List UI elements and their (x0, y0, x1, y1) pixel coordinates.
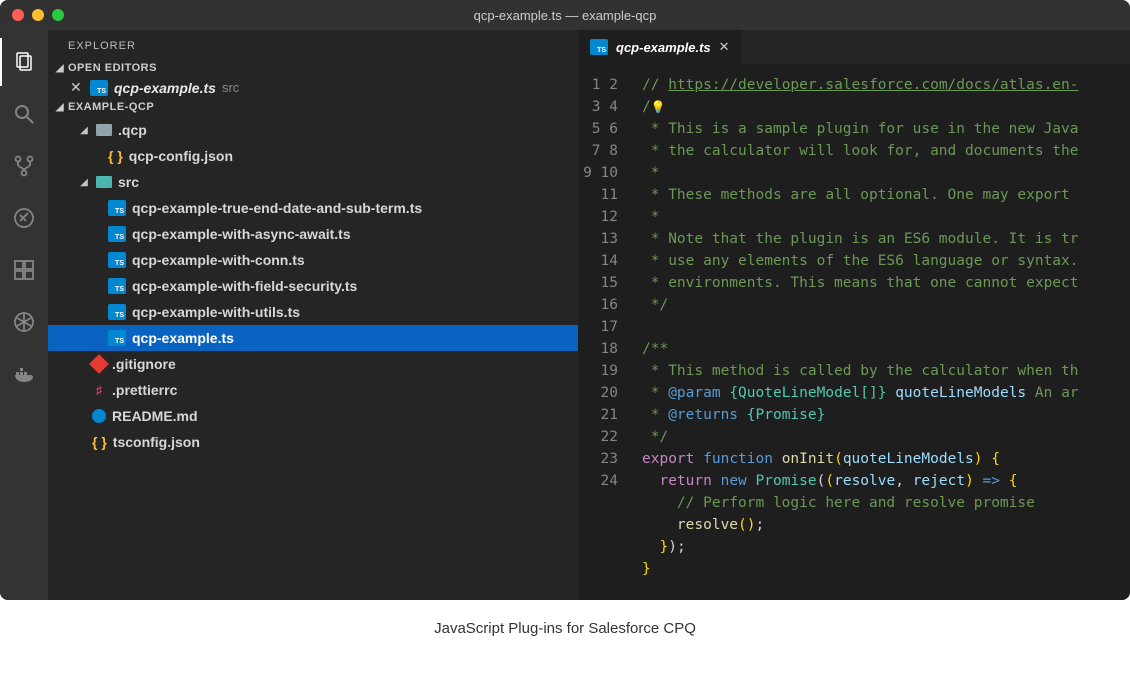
folder-src[interactable]: ◢src (48, 169, 578, 195)
window-minimize-button[interactable] (32, 9, 44, 21)
window-maximize-button[interactable] (52, 9, 64, 21)
chevron-down-icon: ◢ (52, 102, 68, 113)
project-header[interactable]: ◢ EXAMPLE-QCP (48, 99, 578, 115)
folder-qcp[interactable]: ◢.qcp (48, 117, 578, 143)
window-close-button[interactable] (12, 9, 24, 21)
file-qcp-config[interactable]: { }qcp-config.json (48, 143, 578, 169)
typescript-file-icon: TS (108, 278, 126, 294)
code-content[interactable]: // https://developer.salesforce.com/docs… (636, 64, 1130, 600)
chevron-down-icon: ◢ (78, 177, 90, 188)
close-icon[interactable]: ✕ (719, 39, 730, 55)
explorer-icon[interactable] (0, 38, 48, 86)
image-caption: JavaScript Plug-ins for Salesforce CPQ (0, 600, 1130, 657)
file-tsconfig[interactable]: { }tsconfig.json (48, 429, 578, 455)
typescript-file-icon: TS (590, 39, 608, 55)
tab-title: qcp-example.ts (616, 40, 711, 55)
json-file-icon: { } (108, 148, 123, 164)
chevron-down-icon: ◢ (52, 63, 68, 74)
file-gitignore[interactable]: .gitignore (48, 351, 578, 377)
vscode-window: qcp-example.ts — example-qcp (0, 0, 1130, 600)
typescript-file-icon: TS (108, 252, 126, 268)
search-icon[interactable] (0, 90, 48, 138)
close-icon[interactable]: ✕ (70, 79, 84, 96)
file-item[interactable]: TSqcp-example-with-field-security.ts (48, 273, 578, 299)
file-tree: ◢.qcp { }qcp-config.json ◢src TSqcp-exam… (48, 115, 578, 457)
source-control-icon[interactable] (0, 142, 48, 190)
docker-icon[interactable] (0, 350, 48, 398)
lightbulb-icon[interactable]: 💡 (651, 100, 666, 114)
info-file-icon (92, 409, 106, 423)
file-prettierrc[interactable]: ♯.prettierrc (48, 377, 578, 403)
salesforce-icon[interactable] (0, 298, 48, 346)
file-item[interactable]: TSqcp-example-with-utils.ts (48, 299, 578, 325)
prettier-file-icon: ♯ (92, 383, 106, 397)
file-item[interactable]: TSqcp-example-true-end-date-and-sub-term… (48, 195, 578, 221)
folder-icon (96, 176, 112, 188)
file-item-selected[interactable]: TSqcp-example.ts (48, 325, 578, 351)
code-area[interactable]: 1 2 3 4 5 6 7 8 9 10 11 12 13 14 15 16 1… (578, 64, 1130, 600)
typescript-file-icon: TS (108, 330, 126, 346)
main-area: EXPLORER ◢ OPEN EDITORS ✕ TS qcp-example… (0, 30, 1130, 600)
typescript-file-icon: TS (108, 226, 126, 242)
folder-icon (96, 124, 112, 136)
file-item[interactable]: TSqcp-example-with-async-await.ts (48, 221, 578, 247)
typescript-file-icon: TS (108, 304, 126, 320)
editor-tabs: TS qcp-example.ts ✕ (578, 30, 1130, 64)
open-editors-header[interactable]: ◢ OPEN EDITORS (48, 60, 578, 76)
open-editor-dir: src (222, 80, 239, 95)
file-item[interactable]: TSqcp-example-with-conn.ts (48, 247, 578, 273)
editor-pane: TS qcp-example.ts ✕ 1 2 3 4 5 6 7 8 9 10… (578, 30, 1130, 600)
json-file-icon: { } (92, 434, 107, 450)
debug-icon[interactable] (0, 194, 48, 242)
git-file-icon (89, 354, 109, 374)
titlebar[interactable]: qcp-example.ts — example-qcp (0, 0, 1130, 30)
explorer-title: EXPLORER (48, 30, 578, 60)
editor-tab[interactable]: TS qcp-example.ts ✕ (578, 30, 743, 64)
line-gutter: 1 2 3 4 5 6 7 8 9 10 11 12 13 14 15 16 1… (578, 64, 636, 600)
open-editor-item[interactable]: ✕ TS qcp-example.ts src (48, 76, 578, 99)
extensions-icon[interactable] (0, 246, 48, 294)
open-editor-name: qcp-example.ts (114, 80, 216, 96)
window-title: qcp-example.ts — example-qcp (0, 8, 1130, 23)
activity-bar (0, 30, 48, 600)
typescript-file-icon: TS (90, 80, 108, 96)
explorer-sidebar: EXPLORER ◢ OPEN EDITORS ✕ TS qcp-example… (48, 30, 578, 600)
chevron-down-icon: ◢ (78, 125, 90, 136)
traffic-lights (0, 9, 64, 21)
typescript-file-icon: TS (108, 200, 126, 216)
file-readme[interactable]: README.md (48, 403, 578, 429)
